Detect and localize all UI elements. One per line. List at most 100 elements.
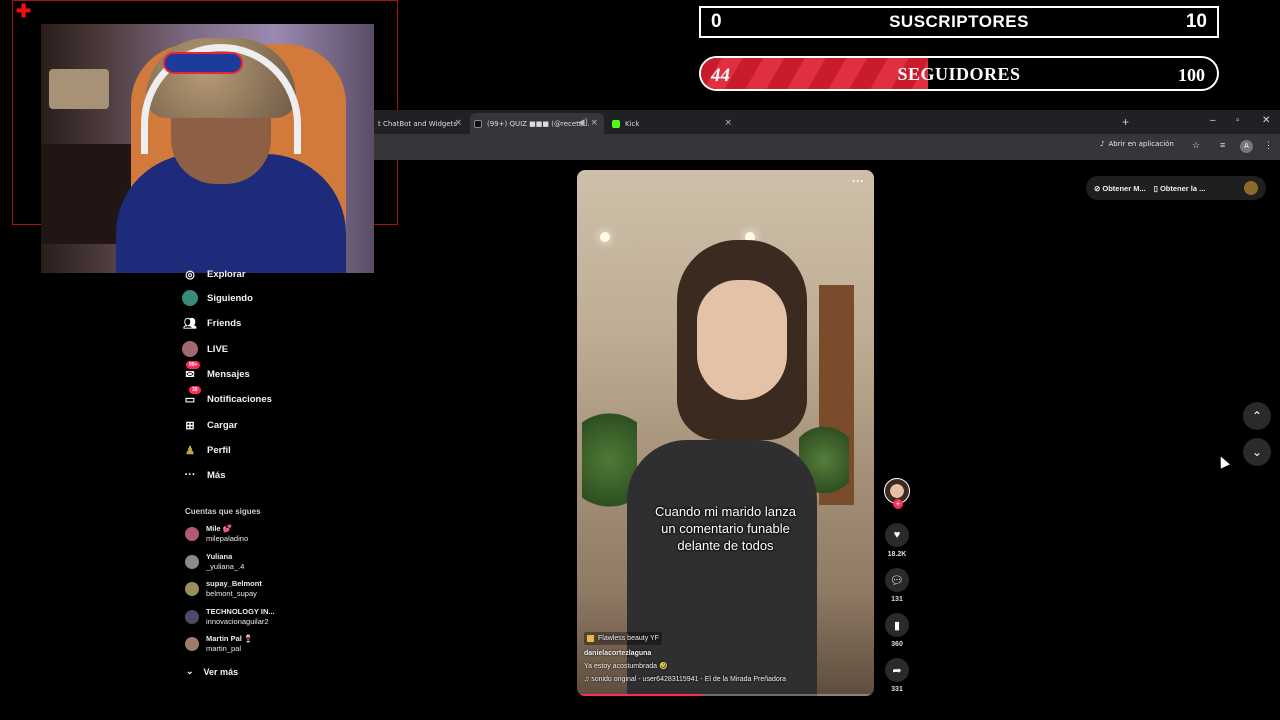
get-app-button[interactable]: ▯ Obtener la ... [1154,184,1206,193]
sidebar-item-cargar[interactable]: ⊞ Cargar [182,417,238,433]
following-account[interactable]: TECHNOLOGY IN... innovacionaguilar2 [185,607,275,627]
bookmark-icon[interactable]: ▮ [885,613,909,637]
webcam-feed [41,24,374,273]
video-sound[interactable]: ♫ sonido original - user64283115941 - El… [584,676,786,683]
tiktok-icon [474,119,482,128]
follow-plus-icon[interactable]: + [893,499,903,509]
media-control-icon[interactable]: ≡ [1220,140,1225,150]
video-player[interactable]: ··· Cuando mi marido lanza un comentario… [577,170,874,696]
comment-icon[interactable]: 💬︎ [885,568,909,592]
sidebar-item-mas[interactable]: ··· Más [182,467,226,483]
avatar [185,610,199,624]
comment-action[interactable]: 💬︎ 131 [882,568,912,603]
coin-icon[interactable] [1244,181,1258,195]
restore-button[interactable]: ▫ [1236,115,1240,126]
sidebar-item-mensajes[interactable]: ✉ 99+ Mensajes [182,361,250,382]
get-coins-label: Obtener M... [1102,183,1146,193]
following-account[interactable]: Mile 💕 milepaladino [185,524,248,544]
caption-line: un comentario funable [661,521,790,536]
get-app-label: Obtener la ... [1159,183,1206,193]
account-handle: milepaladino [206,534,249,543]
subscribers-label: SUSCRIPTORES [889,12,1029,31]
sidebar-item-label: Cargar [207,419,238,431]
account-handle: _yuliana_.4 [206,562,245,571]
kick-icon [612,119,620,128]
sidebar-item-label: LIVE [207,343,229,355]
sidebar-item-label: Explorar [207,268,246,280]
browser-toolbar: ♪ Abrir en aplicación ☆ ≡ A ⋮ [374,134,1280,160]
previous-video-button[interactable]: ⌃ [1243,402,1271,430]
effect-tag[interactable]: Flawless beauty YF [584,632,662,645]
account-name: TECHNOLOGY IN... [206,607,275,616]
like-count: 18.2K [887,551,907,558]
bell-icon: ▭ 38 [182,386,201,407]
avatar [185,582,199,596]
sidebar-item-label: Mensajes [207,368,250,380]
share-count: 331 [891,686,903,693]
profile-avatar[interactable]: A [1240,140,1253,153]
sidebar-item-label: Perfil [207,444,231,456]
following-account[interactable]: Martin Pal 🍷 martin_pal [185,634,253,654]
followers-goal-bar: 44 SEGUIDORES 100 [699,56,1219,91]
minimize-button[interactable]: – [1210,115,1216,126]
account-handle: martin_pal [206,644,242,653]
share-action[interactable]: ➦ 331 [882,658,912,693]
profile-icon: ♟ [185,444,195,457]
notifications-badge: 38 [189,386,201,394]
avatar [185,555,199,569]
menu-icon[interactable]: ⋮ [1264,140,1273,151]
more-icon: ··· [184,469,196,481]
open-in-app-label: Abrir en aplicación [1108,140,1174,148]
close-icon[interactable]: × [724,118,732,128]
speaker-icon[interactable]: ◀) [578,118,588,128]
close-icon[interactable]: × [590,118,598,128]
new-tab-button[interactable]: + [1122,115,1129,129]
account-handle: belmont_supay [206,589,257,598]
author-avatar[interactable]: + [884,478,910,509]
next-video-button[interactable]: ⌄ [1243,438,1271,466]
sidebar-item-notificaciones[interactable]: ▭ 38 Notificaciones [182,386,272,407]
save-count: 360 [891,641,903,648]
sidebar-item-perfil[interactable]: ♟ Perfil [182,442,231,458]
mouse-cursor-icon [1216,454,1230,469]
sidebar-item-label: Friends [207,317,242,329]
star-icon[interactable]: ☆ [1192,140,1200,151]
window-close-button[interactable]: ✕ [1262,115,1270,126]
following-account[interactable]: Yuliana _yuliana_.4 [185,552,244,572]
video-progress-bar[interactable] [577,694,874,696]
tab-kick[interactable]: Kick × [608,113,738,134]
tab-tiktok[interactable]: (99+) QUIZ ■■■ (@receta... ◀) × [470,113,604,134]
heart-icon[interactable]: ♥ [885,523,909,547]
account-name: Yuliana [206,552,233,561]
sidebar-item-explorar[interactable]: ◎ Explorar [182,266,246,282]
effect-icon [587,635,594,642]
subscribers-goal-bar: 0 SUSCRIPTORES 10 [699,6,1219,38]
more-options-icon[interactable]: ··· [852,174,864,188]
upload-icon: ⊞ [185,419,195,432]
friends-icon: 👥︎ [183,317,197,330]
see-more-button[interactable]: ⌄ Ver más [186,666,238,677]
get-coins-button[interactable]: ⊘ Obtener M... [1094,184,1146,193]
following-accounts-header: Cuentas que sigues [185,507,261,516]
close-icon[interactable]: × [454,118,462,128]
sidebar-item-friends[interactable]: 👥︎ Friends [182,315,241,331]
sidebar-item-label: Siguiendo [207,292,253,304]
avatar [185,637,199,651]
following-account[interactable]: supay_Belmont belmont_supay [185,579,262,599]
messages-icon: ✉ 99+ [182,361,201,382]
video-author[interactable]: danielacortezlaguna [584,650,651,657]
save-action[interactable]: ▮ 360 [882,613,912,648]
sidebar-item-label: Más [207,469,226,481]
open-in-app-button[interactable]: ♪ Abrir en aplicación [1100,140,1174,148]
sidebar-item-siguiendo[interactable]: Siguiendo [182,290,253,306]
account-name: Mile 💕 [206,524,233,533]
tiktok-sidebar: ◎ Explorar Siguiendo 👥︎ Friends LIVE ✉ 99… [180,262,380,720]
chevron-down-icon: ⌄ [186,666,194,676]
sidebar-item-live[interactable]: LIVE [182,341,228,357]
like-action[interactable]: ♥ 18.2K [882,523,912,558]
tab-title: Kick [625,119,640,128]
account-handle: innovacionaguilar2 [206,617,269,626]
caption-line: Cuando mi marido lanza [655,504,796,519]
tab-chatbot[interactable]: t ChatBot and Widgets × [374,113,468,134]
share-icon[interactable]: ➦ [885,658,909,682]
